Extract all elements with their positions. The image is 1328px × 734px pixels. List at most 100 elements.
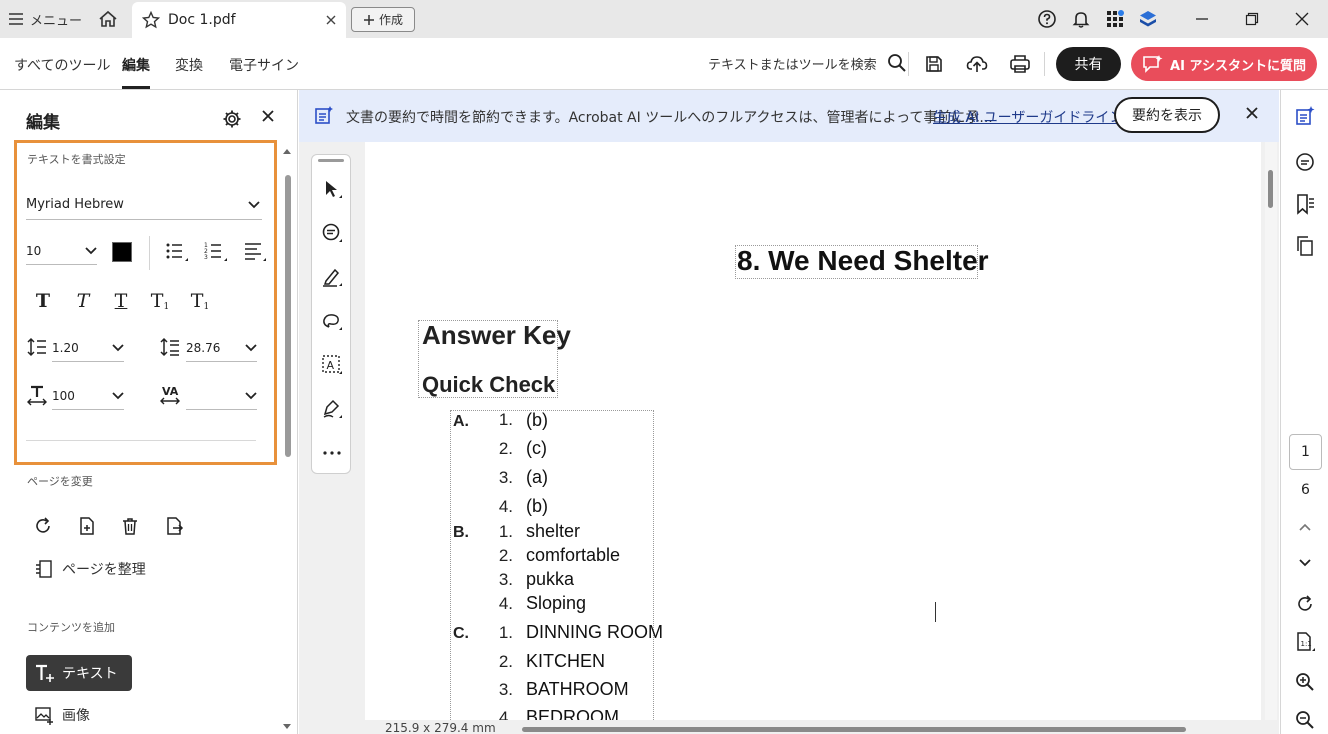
star-icon[interactable] [142,11,160,29]
panel-close-icon[interactable] [262,110,274,122]
extract-page-icon[interactable] [162,514,186,538]
organize-pages-button[interactable]: ページを整理 [34,559,146,579]
gear-icon[interactable] [222,109,242,129]
tab-all-tools[interactable]: すべてのツール [14,55,110,75]
bookmark-icon[interactable] [1293,192,1317,216]
zoom-out-icon[interactable] [1293,708,1317,732]
add-text-button[interactable]: テキスト [26,655,132,691]
page-fit-icon[interactable]: 1:1 [1293,630,1317,654]
panel-scrollbar-thumb[interactable] [285,175,291,457]
item-number: 2. [498,652,513,671]
bullet-list-icon[interactable] [164,239,190,265]
numbered-list-icon[interactable]: 123 [203,239,229,265]
document-tab[interactable]: Doc 1.pdf [132,2,346,38]
tab-title: Doc 1.pdf [168,12,236,28]
document-scrollbar[interactable] [1265,142,1277,720]
character-spacing-select[interactable] [186,382,257,410]
align-icon[interactable] [242,239,268,265]
subscript-icon[interactable]: T1 [189,288,211,312]
italic-icon[interactable]: T [72,288,94,312]
help-icon[interactable] [1036,8,1058,30]
comment-panel-icon[interactable] [1293,150,1317,174]
lasso-icon[interactable] [320,309,344,333]
tab-edit[interactable]: 編集 [122,55,150,75]
horizontal-scrollbar-thumb[interactable] [522,727,1186,732]
banner-close-icon[interactable] [1246,107,1258,119]
add-image-label: 画像 [62,708,90,724]
close-icon[interactable] [326,15,336,25]
ai-assistant-panel-icon[interactable] [1293,104,1317,128]
drag-handle[interactable] [318,159,344,162]
save-icon[interactable] [922,52,946,76]
chevron-down-icon[interactable] [1293,551,1317,575]
bold-icon[interactable]: T [32,288,54,312]
line-spacing-icon [24,334,50,360]
comment-icon[interactable] [320,221,344,245]
sign-icon[interactable] [320,397,344,421]
tool-search[interactable]: テキストまたはツールを検索 [708,53,907,73]
quick-check-heading: Quick Check [422,372,556,397]
answer-text: BATHROOM [526,679,629,699]
superscript-icon[interactable]: T1 [149,288,171,312]
answer-text: KITCHEN [526,651,606,671]
trash-icon[interactable] [118,514,142,538]
text-color-swatch[interactable] [112,242,132,262]
page-section-label: ページを変更 [27,475,93,488]
add-image-button[interactable]: 画像 [34,705,90,725]
create-button[interactable]: 作成 [351,7,415,32]
text-select-icon[interactable]: A [320,353,344,377]
text-caret [935,602,936,622]
zoom-in-icon[interactable] [1293,670,1317,694]
pages-icon[interactable] [1293,234,1317,258]
minimize-icon[interactable] [1191,8,1213,30]
guideline-link[interactable]: 生成 AI ユーザーガイドライン [933,107,1123,127]
paragraph-spacing-select[interactable]: 28.76 [186,334,257,362]
tab-e-sign[interactable]: 電子サイン [229,55,299,75]
organize-pages-icon [34,559,54,579]
apps-icon[interactable] [1104,8,1126,30]
chevron-down-icon [112,391,124,400]
print-icon[interactable] [1008,52,1032,76]
menu-label: メニュー [30,13,83,29]
svg-text:1:1: 1:1 [1301,640,1312,648]
cursor-icon[interactable] [320,177,344,201]
ai-assistant-button[interactable]: AI アシスタントに質問 [1131,47,1317,81]
svg-text:A: A [327,359,335,372]
horizontal-scale-select[interactable]: 100 [52,382,124,410]
rotate-icon[interactable] [1293,592,1317,616]
chevron-up-icon[interactable] [1293,515,1317,539]
show-summary-button[interactable]: 要約を表示 [1114,97,1220,133]
item-number: 1. [498,522,513,541]
font-family-value: Myriad Hebrew [26,197,124,212]
home-button[interactable] [96,8,120,30]
layers-icon[interactable] [1137,8,1159,30]
maximize-icon[interactable] [1241,8,1263,30]
share-button[interactable]: 共有 [1056,47,1121,81]
answer-text: shelter [526,521,581,541]
character-spacing-icon: VA [157,382,183,408]
menu-button[interactable]: メニュー [8,8,82,30]
chapter-title: 8. We Need Shelter [737,245,989,276]
bell-icon[interactable] [1070,8,1092,30]
answer-text: DINNING ROOM [526,622,663,642]
item-number: 4. [498,708,513,720]
underline-icon[interactable]: T [110,288,132,312]
current-page-input[interactable]: 1 [1289,434,1322,470]
pdf-page[interactable]: 8. We Need Shelter Answer Key Quick Chec… [365,142,1261,720]
font-family-select[interactable]: Myriad Hebrew [26,190,262,220]
rotate-page-icon[interactable] [31,514,55,538]
insert-page-icon[interactable] [75,514,99,538]
more-icon[interactable] [320,441,344,465]
font-size-select[interactable]: 10 [26,237,97,265]
title-bar: メニュー Doc 1.pdf 作成 [0,0,1328,38]
upload-icon[interactable] [965,52,989,76]
window-close-icon[interactable] [1291,8,1313,30]
document-scrollbar-thumb[interactable] [1268,170,1273,208]
add-text-icon [34,663,56,683]
divider [149,236,150,270]
line-spacing-select[interactable]: 1.20 [52,334,124,362]
add-text-label: テキスト [62,666,118,682]
highlight-icon[interactable] [320,265,344,289]
chevron-down-icon [248,200,260,209]
tab-convert[interactable]: 変換 [175,55,203,75]
